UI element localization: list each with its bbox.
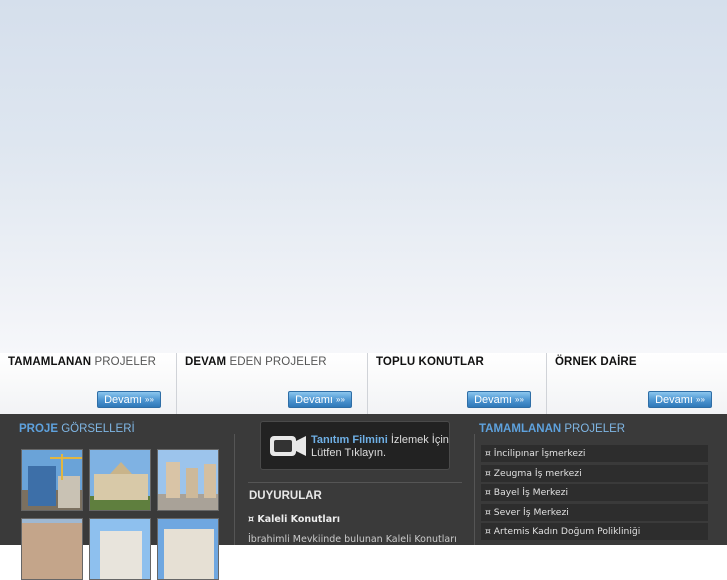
tab-mass-housing[interactable]: TOPLU KONUTLAR Devamı»» [368, 353, 547, 414]
more-button[interactable]: Devamı»» [97, 391, 161, 408]
project-tabs: TAMAMLANAN PROJELER Devamı»» DEVAM EDEN … [0, 353, 727, 414]
arrow-right-icon: »» [696, 395, 705, 404]
project-thumbnail[interactable] [157, 449, 219, 511]
project-thumbnail[interactable] [21, 518, 83, 580]
bottom-panel: PROJE GÖRSELLERİ Tanıtım Filmini İzlemek… [0, 414, 727, 580]
list-item[interactable]: ¤ Bayel İş Merkezi [481, 484, 708, 501]
video-camera-icon [270, 436, 306, 456]
divider [474, 434, 475, 545]
divider [234, 434, 235, 545]
tab-title: DEVAM EDEN PROJELER [185, 356, 327, 368]
announcement-link[interactable]: ¤ Kaleli Konutları [248, 514, 340, 525]
video-caption-line1: Tanıtım Filmini İzlemek İçin [311, 434, 449, 446]
completed-projects-list: ¤ İncilipınar İşmerkezi ¤ Zeugma İş merk… [481, 445, 708, 543]
project-thumbnail[interactable] [21, 449, 83, 511]
hero-banner [0, 0, 727, 354]
tab-completed-projects[interactable]: TAMAMLANAN PROJELER Devamı»» [0, 353, 177, 414]
tab-sample-flat[interactable]: ÖRNEK DAİRE Devamı»» [547, 353, 727, 414]
list-item[interactable]: ¤ Artemis Kadın Doğum Polikliniği [481, 523, 708, 540]
more-button[interactable]: Devamı»» [288, 391, 352, 408]
announcement-text: İbrahimli Mevkiinde bulunan Kaleli Konut… [248, 534, 457, 545]
project-thumbnail[interactable] [89, 449, 151, 511]
completed-projects-title: TAMAMLANAN PROJELER [479, 423, 626, 435]
gallery-title: PROJE GÖRSELLERİ [19, 423, 135, 435]
promo-video-button[interactable]: Tanıtım Filmini İzlemek İçin Lütfen Tıkl… [260, 421, 450, 470]
video-caption-line2: Lütfen Tıklayın. [311, 447, 387, 459]
arrow-right-icon: »» [145, 395, 154, 404]
divider [248, 482, 462, 483]
list-item[interactable]: ¤ İncilipınar İşmerkezi [481, 445, 708, 462]
arrow-right-icon: »» [515, 395, 524, 404]
tab-title: TOPLU KONUTLAR [376, 356, 484, 368]
tab-ongoing-projects[interactable]: DEVAM EDEN PROJELER Devamı»» [177, 353, 368, 414]
project-thumbnail[interactable] [157, 518, 219, 580]
tab-title: TAMAMLANAN PROJELER [8, 356, 156, 368]
more-button[interactable]: Devamı»» [467, 391, 531, 408]
project-thumbnail[interactable] [89, 518, 151, 580]
list-item[interactable]: ¤ Sever İş Merkezi [481, 503, 708, 521]
tab-title: ÖRNEK DAİRE [555, 356, 637, 368]
list-item[interactable]: ¤ Zeugma İş merkezi [481, 464, 708, 482]
arrow-right-icon: »» [336, 395, 345, 404]
more-button[interactable]: Devamı»» [648, 391, 712, 408]
announcements-title: DUYURULAR [249, 490, 322, 502]
